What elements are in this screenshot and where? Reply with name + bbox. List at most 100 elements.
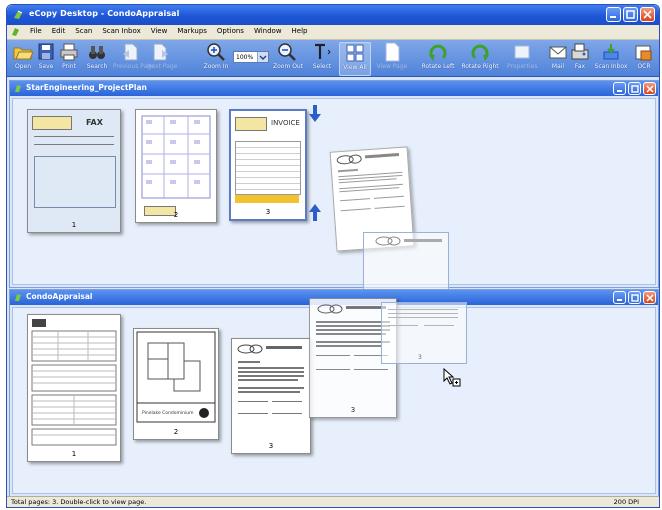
panel-title: StarEngineering_ProjectPlan — [26, 83, 147, 92]
fax-heading: FAX — [86, 118, 103, 127]
page-thumbnail-1[interactable]: FAX 1 — [27, 109, 121, 233]
zoom-in-button[interactable]: Zoom In — [201, 42, 231, 74]
zoom-level-select[interactable]: 100% — [233, 51, 269, 63]
zoom-out-button[interactable]: Zoom Out — [273, 42, 303, 74]
page-number: 1 — [71, 450, 77, 458]
printer-icon — [60, 43, 78, 61]
properties-button[interactable]: Properties — [507, 42, 537, 74]
menu-file[interactable]: File — [25, 27, 47, 35]
panel-close-button[interactable] — [643, 291, 656, 304]
menu-bar: File Edit Scan Scan Inbox View Markups O… — [7, 25, 659, 40]
menu-help[interactable]: Help — [287, 27, 313, 35]
rotate-left-button[interactable]: Rotate Left — [419, 42, 457, 74]
panel-maximize-button[interactable] — [628, 82, 641, 95]
page-number: 3 — [268, 442, 274, 450]
fax-button[interactable]: Fax — [569, 42, 591, 74]
letter-lines — [388, 309, 458, 326]
maximize-icon — [631, 85, 639, 93]
page-thumbnail-2[interactable]: Pinelake Condominium 2 — [133, 328, 219, 440]
binoculars-icon — [89, 46, 105, 59]
app-window: eCopy Desktop - CondoAppraisal File Edit… — [6, 4, 660, 508]
page-thumbnail-area: 1 Pinelake Condominium 2 3 3 3 — [12, 298, 656, 494]
properties-icon — [514, 45, 530, 59]
panel-minimize-button[interactable] — [613, 82, 626, 95]
panel-title-bar: StarEngineering_ProjectPlan — [10, 81, 658, 96]
panel-minimize-button[interactable] — [613, 291, 626, 304]
title-bar: eCopy Desktop - CondoAppraisal — [7, 5, 659, 25]
select-button[interactable]: Select — [309, 42, 335, 74]
letter-header — [375, 236, 442, 246]
ecopy-logo-icon — [14, 10, 23, 19]
single-page-icon — [385, 42, 400, 62]
open-button[interactable]: Open — [11, 42, 35, 74]
text-select-icon — [315, 43, 331, 59]
close-icon — [643, 10, 652, 19]
close-button[interactable] — [640, 7, 655, 22]
page-number: 3 — [350, 406, 356, 414]
letter-content — [237, 344, 304, 414]
page-thumbnail-area: FAX 1 2 INVOICE 3 — [12, 98, 656, 324]
page-thumbnail-2[interactable]: 2 — [135, 109, 217, 223]
ghost-page-number: 3 — [418, 354, 422, 361]
zoom-out-icon — [278, 43, 296, 61]
save-button[interactable]: Save — [35, 42, 57, 74]
rotate-right-icon — [471, 44, 489, 61]
page-forward-icon — [153, 43, 168, 61]
document-menu-icon[interactable] — [11, 27, 21, 37]
menu-scan-inbox[interactable]: Scan Inbox — [97, 27, 145, 35]
panel-maximize-button[interactable] — [628, 291, 641, 304]
scan-inbox-button[interactable]: Scan Inbox — [593, 42, 629, 74]
view-all-button[interactable]: View All — [339, 42, 371, 76]
maximize-button[interactable] — [623, 7, 638, 22]
drag-copy-cursor-icon — [443, 368, 461, 387]
menu-scan[interactable]: Scan — [70, 27, 97, 35]
scan-inbox-icon — [603, 44, 619, 60]
ocr-button[interactable]: OCR — [631, 42, 657, 74]
close-icon — [646, 85, 654, 93]
minimize-icon — [610, 16, 616, 18]
invoice-heading: INVOICE — [271, 119, 300, 127]
menu-markups[interactable]: Markups — [172, 27, 212, 35]
panel-title: CondoAppraisal — [26, 292, 93, 301]
toolbar: Open Save Print Search Previous Page Nex… — [7, 40, 659, 77]
panel-close-button[interactable] — [643, 82, 656, 95]
page-thumbnail-3[interactable]: INVOICE 3 — [229, 109, 307, 221]
page-thumbnail-1[interactable]: 1 — [27, 314, 121, 462]
previous-page-button[interactable]: Previous Page — [113, 42, 155, 74]
zoom-level-value: 100% — [236, 54, 254, 61]
view-page-button[interactable]: View Page — [373, 42, 411, 74]
maximize-icon — [626, 10, 635, 19]
appraisal-form — [31, 319, 117, 446]
page-number: 2 — [173, 428, 179, 436]
next-page-button[interactable]: Next Page — [147, 42, 177, 74]
document-panel-condo-appraisal: CondoAppraisal 1 Pinelake Condominium 2 … — [9, 289, 659, 497]
chevron-down-icon — [257, 52, 268, 62]
mail-button[interactable]: Mail — [547, 42, 569, 74]
page-number: 3 — [265, 208, 271, 216]
document-icon — [15, 85, 21, 92]
invoice-total-bar — [235, 195, 299, 203]
print-button[interactable]: Print — [57, 42, 81, 74]
rotate-left-icon — [429, 44, 447, 61]
page-number: 1 — [71, 221, 77, 229]
rotate-right-button[interactable]: Rotate Right — [459, 42, 501, 74]
page-thumbnail-3[interactable]: 3 — [231, 338, 311, 454]
mail-envelope-icon — [549, 46, 567, 59]
open-folder-icon — [13, 47, 34, 60]
menu-options[interactable]: Options — [212, 27, 249, 35]
company-logo — [235, 117, 267, 131]
view-all-grid-icon — [346, 44, 364, 62]
page-back-icon — [123, 43, 138, 61]
close-icon — [646, 294, 654, 302]
menu-edit[interactable]: Edit — [47, 27, 71, 35]
zoom-in-icon — [207, 43, 225, 61]
status-text: Total pages: 3. Double-click to view pag… — [11, 498, 147, 506]
search-button[interactable]: Search — [83, 42, 111, 74]
menu-window[interactable]: Window — [249, 27, 287, 35]
floor-plan-drawing — [141, 115, 211, 199]
minimize-button[interactable] — [606, 7, 621, 22]
fax-message-box — [34, 156, 116, 208]
status-bar: Total pages: 3. Double-click to view pag… — [7, 496, 659, 507]
menu-view[interactable]: View — [146, 27, 173, 35]
insert-arrow-down-icon — [309, 105, 321, 122]
